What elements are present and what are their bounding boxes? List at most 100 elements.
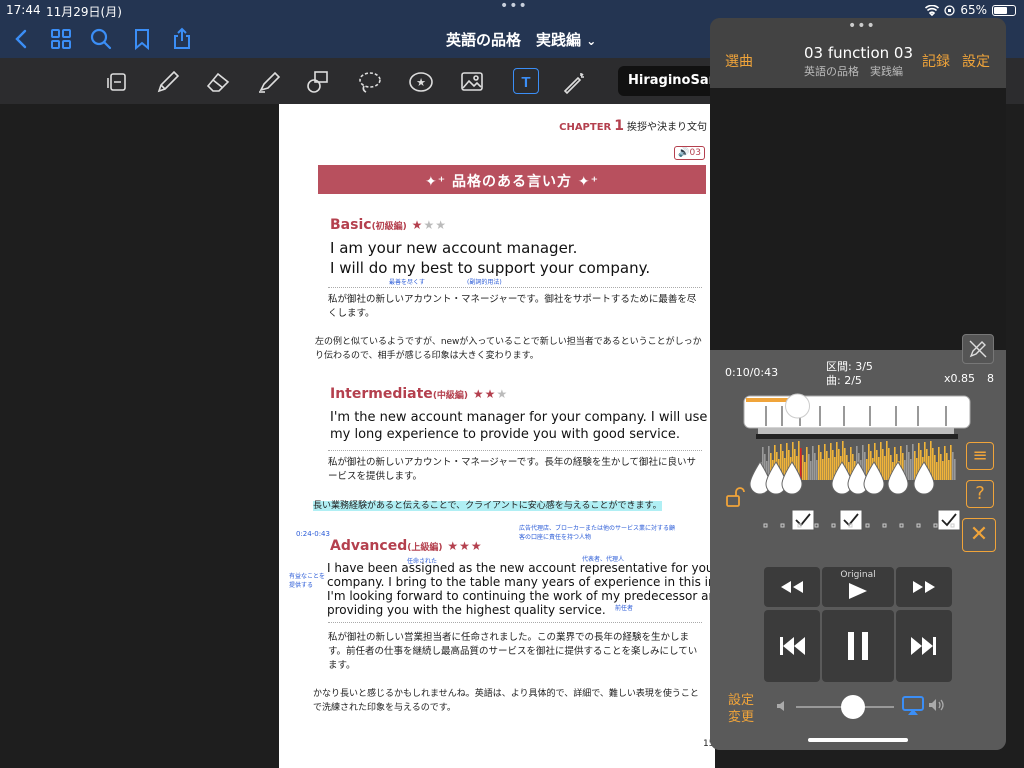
airplay-icon[interactable]	[902, 696, 924, 716]
chapter-title: 挨拶や決まり文句	[627, 122, 707, 133]
status-date: 11月29日(月)	[46, 5, 122, 19]
skip-forward-icon	[911, 637, 936, 655]
close-button[interactable]: ✕	[962, 518, 996, 552]
settings-button[interactable]: 設定	[962, 51, 990, 71]
section-waveform[interactable]	[742, 392, 974, 542]
advanced-translation: 私が御社の新しい営業担当者に任命されました。この業界での長年の経験を生かします。…	[328, 632, 698, 671]
chevron-down-icon: ⌄	[586, 34, 597, 48]
highlighter-icon[interactable]	[255, 68, 283, 96]
advanced-line-4: providing you with the highest quality s…	[327, 603, 606, 617]
edit-toggle-button[interactable]	[962, 334, 994, 364]
fast-forward-button[interactable]	[896, 567, 952, 607]
note-3-text: かなり長いと感じるかもしれませんね。英語は、より具体的で、詳細で、難しい表現を使…	[313, 689, 699, 713]
section-checkbox[interactable]	[791, 509, 815, 531]
waveform-bar	[812, 446, 814, 480]
status-right: 65%	[925, 3, 1016, 17]
note-3: かなり長いと感じるかもしれませんね。英語は、より具体的で、詳細で、難しい表現を使…	[313, 688, 705, 715]
playhead-thumb[interactable]	[785, 393, 811, 419]
speed-label: x0.85	[944, 372, 976, 385]
waveform-bar	[806, 447, 808, 480]
section-dot	[899, 523, 904, 528]
shapes-icon[interactable]	[305, 68, 333, 96]
unlock-icon[interactable]	[724, 486, 746, 508]
section-dot	[865, 523, 870, 528]
bookmark-icon[interactable]	[130, 27, 154, 51]
basic-heading: Basic(初級編) ★★★	[330, 217, 447, 233]
level-title: Intermediate	[330, 386, 433, 402]
previous-button[interactable]	[764, 610, 820, 682]
waveform-bar	[832, 450, 834, 480]
menu-button[interactable]: ≡	[966, 442, 994, 470]
annotation-best: 最善を尽くす	[389, 279, 426, 286]
record-button[interactable]: 記録	[922, 51, 950, 71]
document-title[interactable]: 英語の品格 実践編 ⌄	[446, 29, 596, 50]
waveform-bar	[940, 454, 942, 480]
waveform-bar	[814, 453, 816, 480]
annotation-account-rep: 広告代理店、ブローカーまたは他のサービス業に対する顧客の口座に責任を持つ人物	[519, 525, 676, 541]
page-layout-icon[interactable]	[104, 68, 132, 96]
waveform-bar	[830, 443, 832, 480]
wifi-icon	[925, 4, 940, 16]
pen-icon[interactable]	[154, 68, 182, 96]
document-title-text: 英語の品格 実践編	[446, 31, 582, 49]
chapter-header: CHAPTER 1 挨拶や決まり文句	[559, 118, 707, 134]
volume-thumb[interactable]	[840, 695, 865, 719]
section-dot	[763, 523, 768, 528]
multitask-dots-icon[interactable]: •••	[500, 0, 528, 14]
status-time: 17:44	[6, 3, 41, 17]
time-range-note: 0:24-0:43	[296, 530, 330, 538]
track-number: 03	[689, 148, 701, 158]
document-page[interactable]: CHAPTER 1 挨拶や決まり文句 🔊03 ✦⁺ 品格のある言い方 ✦⁺ Basi…	[279, 104, 715, 768]
track-title: 03 function 03	[804, 44, 913, 62]
image-icon[interactable]	[458, 68, 486, 96]
waveform-bar	[946, 453, 948, 480]
settings-change-button[interactable]: 設定 変更	[728, 692, 754, 726]
section-dot	[831, 523, 836, 528]
waveform-bar	[938, 447, 940, 480]
section-banner: ✦⁺ 品格のある言い方 ✦⁺	[318, 165, 706, 194]
laser-pointer-icon[interactable]	[560, 68, 588, 96]
audio-player-panel[interactable]: ••• 選曲 03 function 03 英語の品格 実践編 記録 設定 0:…	[710, 18, 1006, 750]
chapter-label: CHAPTER	[559, 122, 612, 133]
intermediate-translation: 私が御社の新しいアカウント・マネージャーです。長年の経験を生かして御社に良いサー…	[328, 457, 697, 482]
svg-text:T: T	[521, 74, 530, 91]
pause-button[interactable]	[822, 610, 894, 682]
waveform-bar	[912, 444, 914, 480]
waveform-bar	[906, 445, 908, 480]
waveform-bar	[888, 448, 890, 480]
grid-icon[interactable]	[49, 27, 73, 51]
section-checks[interactable]	[763, 509, 961, 531]
sticker-icon[interactable]: ★	[407, 68, 435, 96]
rewind-button[interactable]	[764, 567, 820, 607]
song-counter: 曲: 2/5	[826, 374, 862, 387]
play-original-button[interactable]: Original	[822, 567, 894, 607]
help-button[interactable]: ?	[966, 480, 994, 508]
section-checkbox[interactable]	[937, 509, 961, 531]
basic-translation: 私が御社の新しいアカウント・マネージャーです。御社をサポートするために最善を尽く…	[328, 294, 697, 319]
text-tool-button[interactable]: T	[513, 68, 539, 94]
section-dot	[916, 523, 921, 528]
lasso-icon[interactable]	[356, 68, 384, 96]
stars-on: ★★★	[447, 539, 483, 553]
speaker-icon: 🔊	[678, 148, 690, 158]
player-header: ••• 選曲 03 function 03 英語の品格 実践編 記録 設定	[710, 18, 1006, 88]
note-1: 左の例と似ているようですが、newが入っていることで新しい担当者であるということ…	[315, 336, 707, 363]
panel-grabber-icon[interactable]: •••	[848, 18, 876, 34]
volume-low-icon	[777, 701, 784, 711]
divider	[328, 622, 702, 623]
back-chevron-icon[interactable]	[10, 27, 34, 51]
advanced-line-2: company. I bring to the table many years…	[327, 575, 715, 589]
level-sub: (初級編)	[371, 222, 407, 232]
pause-icon	[848, 632, 868, 660]
level-sub: (上級編)	[407, 543, 443, 553]
level-title: Advanced	[330, 538, 408, 554]
question-icon: ?	[975, 483, 985, 504]
share-icon[interactable]	[170, 27, 194, 51]
next-button[interactable]	[896, 610, 952, 682]
select-song-button[interactable]: 選曲	[725, 51, 753, 71]
stars-off: ★	[496, 387, 509, 401]
search-icon[interactable]	[89, 27, 113, 51]
rating-stars: ★★★	[412, 218, 447, 232]
ruler-base	[758, 428, 954, 434]
eraser-icon[interactable]	[204, 68, 232, 96]
